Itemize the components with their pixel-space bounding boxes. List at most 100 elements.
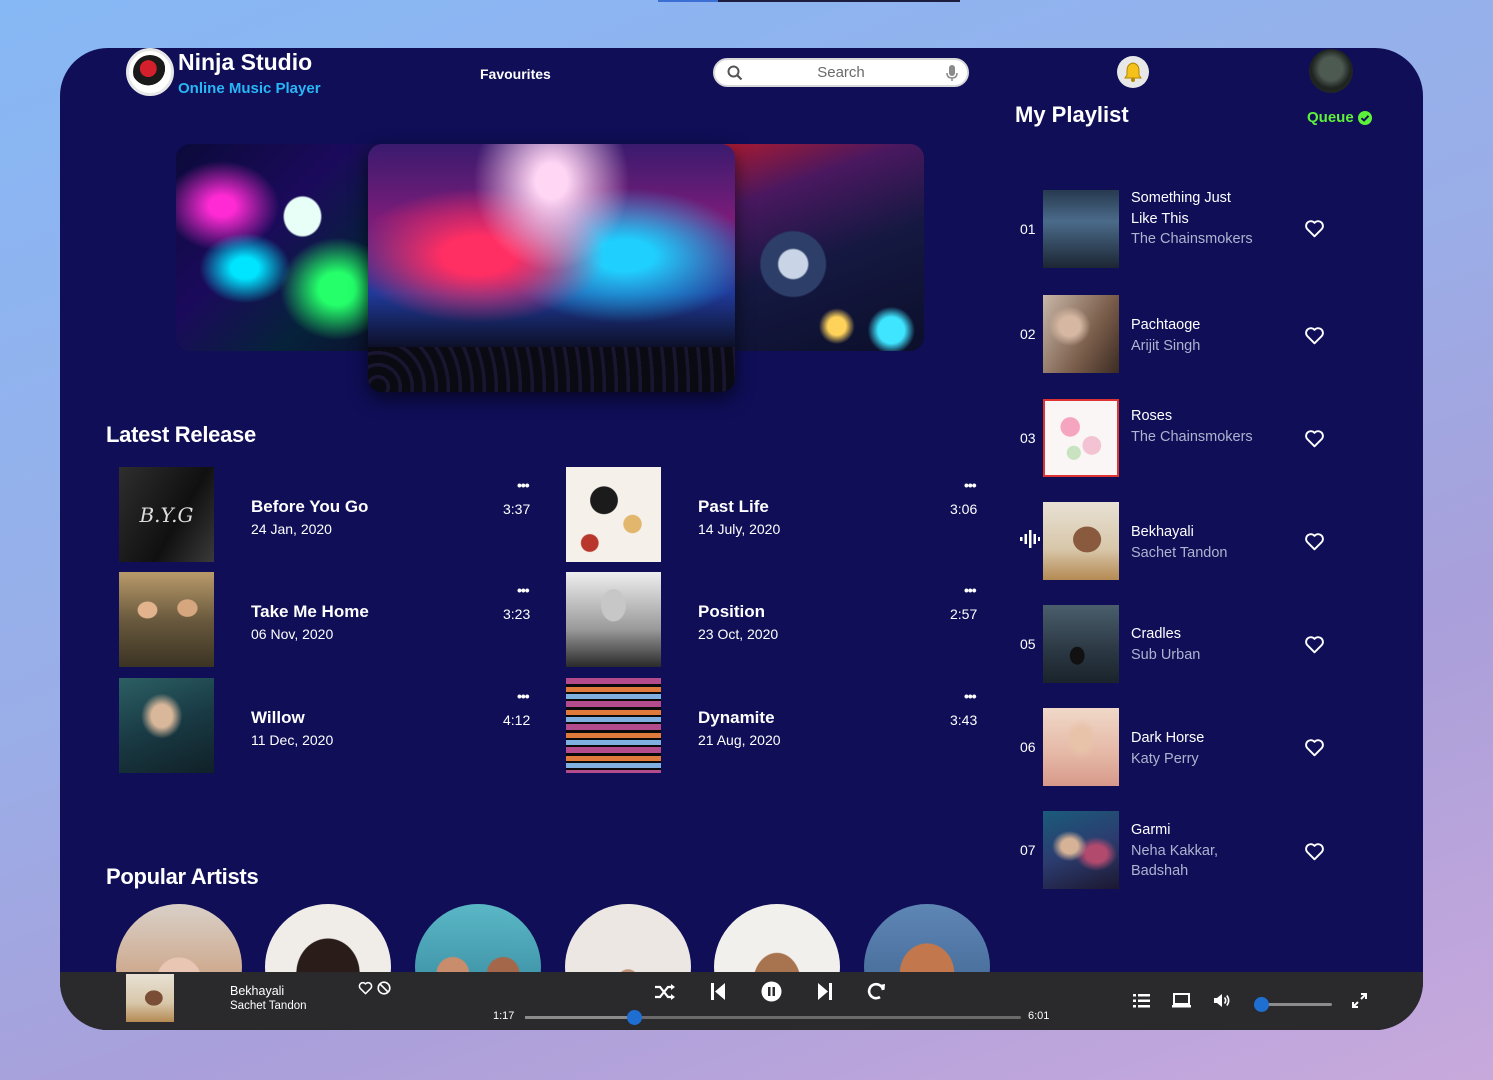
song-date: 14 July, 2020 [698, 521, 781, 537]
more-options-icon[interactable]: ••• [517, 582, 530, 598]
now-playing-cover [126, 974, 174, 1022]
brand-subtitle: Online Music Player [178, 80, 321, 97]
block-icon[interactable] [377, 981, 391, 995]
song-title: Dynamite [698, 708, 775, 727]
fullscreen-icon[interactable] [1352, 993, 1367, 1008]
track-name: Pachtaoge [1131, 317, 1201, 333]
heart-icon[interactable] [1304, 326, 1325, 345]
track-name: Cradles [1131, 626, 1181, 642]
track-name: Garmi [1131, 822, 1171, 838]
brand-title: Ninja Studio [178, 49, 313, 75]
track-number: 05 [1020, 636, 1036, 652]
playlist-item[interactable]: 02 Pachtaoge Arijit Singh [1020, 295, 1324, 373]
song-duration: 3:37 [503, 501, 531, 517]
playlist-item[interactable]: 03 Roses The Chainsmokers [1020, 399, 1324, 477]
track-name: Dark Horse [1131, 730, 1205, 746]
song-title: Take Me Home [251, 602, 369, 621]
carousel-image-right[interactable] [706, 144, 924, 351]
album-cover [566, 467, 661, 562]
album-cover: B.Y.G [119, 467, 214, 562]
track-name: Something Just Like This [1131, 190, 1231, 227]
search-icon[interactable] [727, 65, 743, 81]
heart-icon[interactable] [1304, 429, 1325, 448]
latest-song-card[interactable]: Willow 11 Dec, 2020 ••• 4:12 [119, 678, 549, 774]
track-cover [1043, 605, 1119, 683]
player-bar: Bekhayali Sachet Tandon 1:17 6:01 [60, 972, 1423, 1030]
progress-bar[interactable] [525, 1010, 1021, 1025]
latest-song-card[interactable]: Position 23 Oct, 2020 ••• 2:57 [566, 572, 996, 668]
user-avatar[interactable] [1309, 49, 1353, 93]
track-number: 01 [1020, 221, 1036, 237]
track-text: Something Just Like This The Chainsmoker… [1131, 188, 1256, 250]
latest-song-card[interactable]: Take Me Home 06 Nov, 2020 ••• 3:23 [119, 572, 549, 668]
notification-bell-icon[interactable] [1117, 56, 1149, 88]
track-artist: The Chainsmokers [1131, 231, 1253, 247]
more-options-icon[interactable]: ••• [517, 477, 530, 493]
track-artist: Sub Urban [1131, 646, 1201, 663]
track-artist: Neha Kakkar, Badshah [1131, 842, 1219, 880]
song-title: Position [698, 602, 766, 621]
more-options-icon[interactable]: ••• [964, 688, 977, 704]
pause-icon[interactable] [761, 981, 782, 1002]
track-name: Bekhayali [1131, 524, 1194, 540]
playlist-item-playing[interactable]: Bekhayali Sachet Tandon [1020, 502, 1324, 580]
playlist-item[interactable]: 01 Something Just Like This The Chainsmo… [1020, 188, 1324, 268]
search-input[interactable] [715, 64, 967, 81]
volume-slider[interactable] [1253, 997, 1332, 1012]
shuffle-icon[interactable] [654, 983, 676, 1001]
song-duration: 2:57 [950, 606, 978, 622]
queue-label: Queue [1307, 109, 1354, 126]
song-title: Past Life [698, 497, 769, 516]
carousel-image-center[interactable] [368, 144, 735, 392]
track-artist: Katy Perry [1131, 750, 1199, 767]
microphone-icon[interactable] [946, 65, 958, 82]
song-duration: 3:06 [950, 501, 978, 517]
song-date: 06 Nov, 2020 [251, 626, 334, 642]
latest-song-card[interactable]: Past Life 14 July, 2020 ••• 3:06 [566, 467, 996, 563]
track-text: Dark Horse Katy Perry [1131, 728, 1256, 769]
volume-handle[interactable] [1253, 997, 1269, 1012]
latest-song-card[interactable]: Dynamite 21 Aug, 2020 ••• 3:43 [566, 678, 996, 774]
playlist-item[interactable]: 07 Garmi Neha Kakkar, Badshah [1020, 811, 1324, 889]
playlist-item[interactable]: 06 Dark Horse Katy Perry [1020, 708, 1324, 786]
track-cover [1043, 502, 1119, 580]
latest-song-card[interactable]: B.Y.G Before You Go 24 Jan, 2020 ••• 3:3… [119, 467, 549, 563]
song-title: Before You Go [251, 497, 369, 516]
previous-icon[interactable] [710, 982, 726, 1001]
track-text: Pachtaoge Arijit Singh [1131, 315, 1256, 356]
next-icon[interactable] [817, 982, 833, 1001]
more-options-icon[interactable]: ••• [964, 477, 977, 493]
queue-button[interactable]: Queue [1307, 109, 1372, 126]
volume-icon[interactable] [1213, 993, 1232, 1008]
browser-tab-indicator [658, 0, 718, 2]
song-date: 24 Jan, 2020 [251, 521, 332, 537]
heart-icon[interactable] [1304, 842, 1325, 861]
more-options-icon[interactable]: ••• [517, 688, 530, 704]
queue-list-icon[interactable] [1133, 994, 1150, 1008]
song-duration: 4:12 [503, 712, 531, 728]
progress-fill [525, 1016, 635, 1019]
playlist-item[interactable]: 05 Cradles Sub Urban [1020, 605, 1324, 683]
track-name: Roses [1131, 408, 1173, 424]
heart-icon[interactable] [1304, 635, 1325, 654]
repeat-icon[interactable] [866, 981, 887, 1002]
progress-handle[interactable] [627, 1010, 643, 1025]
nav-favourites-link[interactable]: Favourites [480, 66, 551, 82]
track-text: Garmi Neha Kakkar, Badshah [1131, 820, 1256, 882]
more-options-icon[interactable]: ••• [964, 582, 977, 598]
album-cover [566, 572, 661, 667]
logo-icon[interactable] [126, 48, 174, 96]
track-artist: Arijit Singh [1131, 337, 1201, 354]
song-duration: 3:43 [950, 712, 978, 728]
album-cover [566, 678, 661, 773]
popular-artists-heading: Popular Artists [106, 864, 259, 889]
heart-icon[interactable] [1304, 738, 1325, 757]
now-playing-title: Bekhayali [230, 984, 285, 998]
device-icon[interactable] [1172, 993, 1191, 1008]
heart-icon[interactable] [1304, 532, 1325, 551]
heart-icon[interactable] [358, 981, 373, 995]
song-date: 21 Aug, 2020 [698, 732, 781, 748]
heart-icon[interactable] [1304, 219, 1325, 238]
music-player-app: Ninja Studio Online Music Player Favouri… [60, 48, 1423, 1030]
track-artist: Sachet Tandon [1131, 544, 1228, 561]
